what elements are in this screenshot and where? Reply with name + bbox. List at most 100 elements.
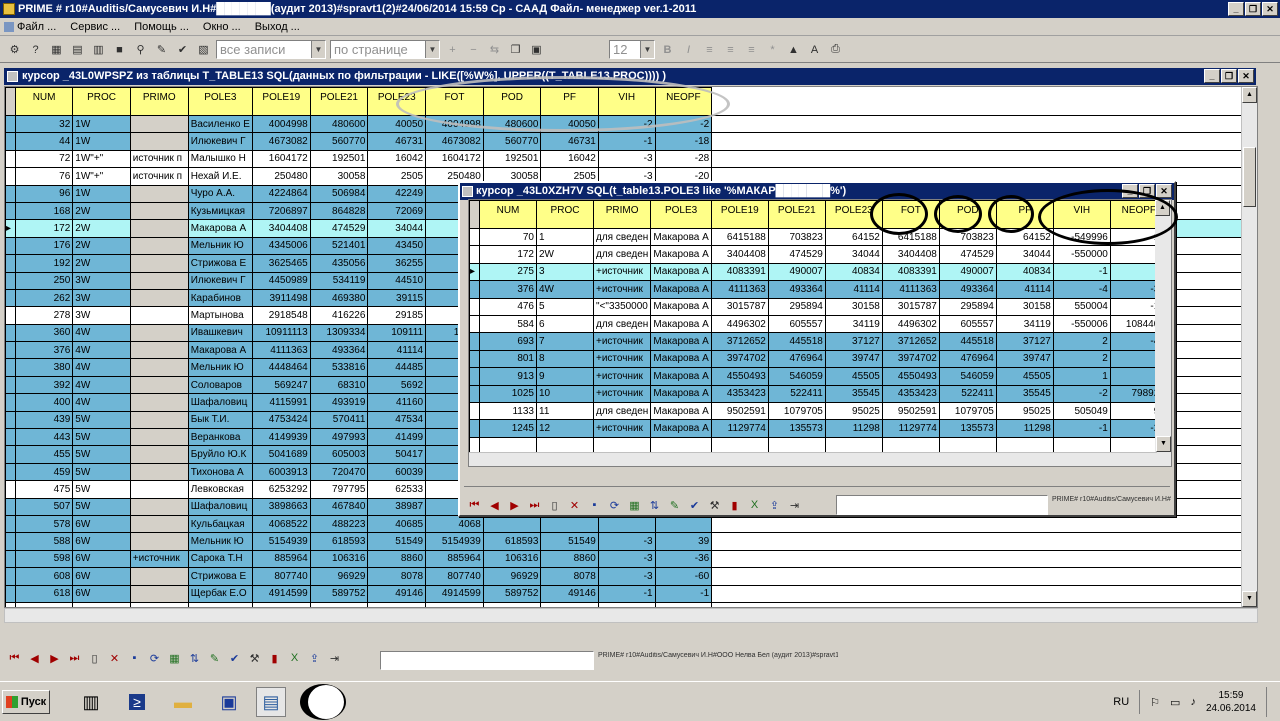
column-header[interactable]: POLE21: [309, 87, 369, 116]
table-cell[interactable]: 534119: [309, 271, 369, 290]
table-cell[interactable]: 4914599: [425, 584, 484, 603]
table-cell[interactable]: 5692: [367, 375, 427, 395]
table-cell[interactable]: 522411: [767, 384, 826, 403]
table-cell[interactable]: [129, 288, 189, 308]
network-icon[interactable]: ▭: [1170, 696, 1180, 709]
table-cell[interactable]: 64152: [824, 227, 883, 247]
table-cell[interactable]: Нехай И.Е.: [187, 167, 253, 186]
table-cell[interactable]: Чуро А.А.: [187, 184, 253, 203]
child-restore-button[interactable]: ❐: [1221, 69, 1237, 83]
table-cell[interactable]: 618593: [309, 532, 369, 551]
table-cell[interactable]: 493364: [938, 280, 997, 299]
table-cell[interactable]: 3404408: [710, 245, 769, 264]
tool-icon[interactable]: ⚒: [246, 650, 263, 667]
new-record-icon[interactable]: ▯: [546, 497, 563, 514]
table-cell[interactable]: 4004998: [251, 114, 311, 134]
table-cell[interactable]: -3: [597, 149, 656, 169]
table-row[interactable]: 608 6W Стрижова Е 807740 96929 8078 807740 9692…: [5, 567, 1257, 586]
table-cell[interactable]: 106316: [482, 549, 542, 569]
filter-table-icon[interactable]: ▦: [626, 497, 643, 514]
table-cell[interactable]: 521401: [309, 236, 369, 256]
table-cell[interactable]: 3712652: [710, 332, 769, 351]
table-cell[interactable]: 546059: [938, 367, 997, 386]
table-cell[interactable]: 445518: [938, 332, 997, 351]
table-cell[interactable]: 37127: [995, 332, 1054, 351]
row-indicator[interactable]: [5, 410, 16, 430]
row-indicator[interactable]: [469, 401, 480, 421]
row-indicator[interactable]: [5, 167, 16, 186]
table-cell[interactable]: источник п: [129, 149, 189, 169]
table-cell[interactable]: Мартынова: [187, 306, 253, 325]
table-cell[interactable]: 560770: [482, 132, 542, 151]
column-header[interactable]: PRIMO: [592, 200, 652, 229]
main-nav-field[interactable]: [380, 651, 594, 670]
table-cell[interactable]: 4496302: [710, 314, 769, 334]
table-cell[interactable]: 605557: [767, 314, 826, 334]
check-record-icon[interactable]: ✔: [226, 650, 243, 667]
table-cell[interactable]: 480600: [482, 114, 542, 134]
table-cell[interactable]: Макарова А: [650, 384, 712, 403]
table-cell[interactable]: 4111363: [251, 341, 311, 360]
table-cell[interactable]: Сарока Т.Н: [187, 549, 253, 569]
row-indicator[interactable]: [5, 393, 16, 412]
table-cell[interactable]: [129, 584, 189, 603]
column-header[interactable]: PROC: [72, 87, 131, 116]
prev-record-icon[interactable]: ◀: [26, 650, 43, 667]
table-cell[interactable]: Макарова А: [650, 314, 712, 334]
table-cell[interactable]: 1W: [72, 132, 131, 151]
stop-icon[interactable]: ■: [111, 41, 128, 58]
table-cell[interactable]: 807740: [251, 567, 311, 586]
table-cell[interactable]: 1079705: [767, 401, 826, 421]
folder-icon[interactable]: ▬: [168, 687, 198, 717]
excel-icon[interactable]: X: [746, 497, 763, 514]
table-cell[interactable]: [129, 462, 189, 482]
page-combo[interactable]: по странице ▼: [330, 40, 440, 59]
table-cell[interactable]: 4W: [72, 358, 131, 377]
table-cell[interactable]: Макарова А: [650, 401, 712, 421]
table-cell[interactable]: 40050: [540, 114, 599, 134]
font-size-combo[interactable]: 12 ▼: [609, 40, 655, 59]
table-cell[interactable]: 38987: [367, 497, 427, 516]
table-row[interactable]: 1025 10 +источник Макарова А 4353423 522411 35…: [469, 384, 1168, 403]
table-cell[interactable]: 29185: [367, 306, 427, 325]
table-row[interactable]: 618 6W Щербак Е.О 4914599 589752 49146 4914599…: [5, 584, 1257, 603]
row-indicator[interactable]: [469, 227, 480, 247]
table-cell[interactable]: 4W: [72, 341, 131, 360]
table-cell[interactable]: 3898663: [251, 497, 311, 516]
filter-combo[interactable]: все записи ▼: [216, 40, 326, 59]
table-cell[interactable]: 6003913: [251, 462, 311, 482]
table-cell[interactable]: 8078: [367, 567, 427, 586]
table-cell[interactable]: 64152: [995, 227, 1054, 247]
table-cell[interactable]: 605003: [309, 445, 369, 464]
scroll-thumb[interactable]: [1243, 147, 1256, 207]
table-cell[interactable]: 30158: [995, 297, 1054, 316]
table-cell[interactable]: 360: [14, 323, 74, 343]
table-cell[interactable]: 6W: [72, 567, 131, 586]
row-indicator[interactable]: [469, 384, 480, 403]
table-cell[interactable]: 6: [536, 314, 594, 334]
table-cell[interactable]: 6W: [72, 514, 131, 534]
table-cell[interactable]: Левковская: [187, 480, 253, 499]
scroll-up-icon[interactable]: ▲: [1155, 200, 1170, 216]
table-cell[interactable]: для сведен: [592, 401, 652, 421]
table-cell[interactable]: 5W: [72, 428, 131, 447]
table-cell[interactable]: [129, 201, 189, 221]
table-cell[interactable]: 34119: [824, 314, 883, 334]
table-cell[interactable]: 5154939: [425, 532, 484, 551]
flag-tray-icon[interactable]: ⚐: [1150, 696, 1160, 709]
table-cell[interactable]: 9502591: [710, 401, 769, 421]
powershell-icon[interactable]: ≥: [122, 687, 152, 717]
table-cell[interactable]: 3W: [72, 271, 131, 290]
table-cell[interactable]: 3015787: [710, 297, 769, 316]
table-cell[interactable]: Карабинов: [187, 288, 253, 308]
table-cell[interactable]: 4W: [536, 280, 594, 299]
table-cell[interactable]: 720470: [309, 462, 369, 482]
row-indicator[interactable]: [5, 184, 16, 203]
table-cell[interactable]: 6W: [72, 584, 131, 603]
table-cell[interactable]: 3: [536, 262, 594, 282]
start-button[interactable]: Пуск: [2, 690, 50, 714]
row-indicator[interactable]: [5, 549, 16, 569]
column-header[interactable]: POLE3: [187, 87, 253, 116]
print-icon[interactable]: ⎙: [827, 41, 844, 58]
table-cell[interactable]: 5: [536, 297, 594, 316]
